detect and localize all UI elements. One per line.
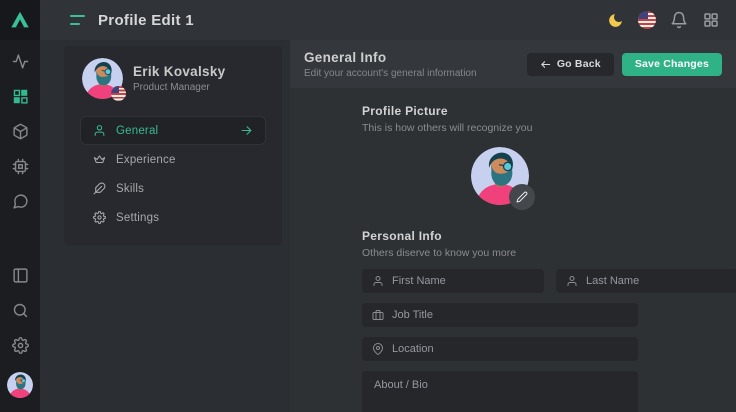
save-changes-label: Save Changes [635,58,709,70]
personal-info-title: Personal Info [362,229,638,243]
avatar-illustration [7,372,33,398]
location-field[interactable] [362,337,638,361]
user-icon [372,275,384,287]
about-bio-textarea[interactable] [362,371,638,412]
profile-picture-title: Profile Picture [362,104,638,118]
app-logo [0,0,40,40]
job-title-field[interactable] [362,303,638,327]
go-back-label: Go Back [557,58,601,70]
job-title-input[interactable] [392,309,628,321]
page-title: Profile Edit 1 [98,12,194,29]
rail-user-avatar[interactable] [7,372,33,398]
user-name: Erik Kovalsky [133,64,225,79]
nav-item-label: General [116,125,158,137]
profile-nav: General Experience Skills [64,116,282,232]
nav-item-label: Settings [116,212,159,224]
nav-item-label: Skills [116,183,144,195]
apps-grid-icon[interactable] [702,11,720,29]
cpu-icon[interactable] [12,158,29,175]
topbar: Profile Edit 1 [40,0,736,40]
nav-item-label: Experience [116,154,176,166]
us-flag-icon[interactable] [638,11,656,29]
nav-item-general[interactable]: General [80,116,266,145]
moon-icon[interactable] [606,11,624,29]
layout-icon[interactable] [12,267,29,284]
arrow-right-icon [240,124,253,137]
nav-item-settings[interactable]: Settings [80,203,266,232]
triangle-logo-icon [9,9,31,31]
gear-icon [93,211,106,224]
main-header: General Info Edit your account's general… [290,40,736,88]
profile-picture-avatar [471,147,529,205]
crown-icon [93,153,106,166]
dashboard-icon[interactable] [12,88,29,105]
first-name-field[interactable] [362,269,544,293]
user-avatar [82,58,123,99]
user-card: Erik Kovalsky Product Manager [64,46,282,109]
main-panel: General Info Edit your account's general… [290,40,736,412]
personal-info-subtitle: Others diserve to know you more [362,247,638,259]
general-info-content: Profile Picture This is how others will … [290,88,736,412]
first-name-input[interactable] [392,275,534,287]
feather-icon [93,182,106,195]
section-title: General Info [304,50,477,65]
edit-avatar-button[interactable] [509,184,535,210]
go-back-button[interactable]: Go Back [527,53,614,76]
nav-item-experience[interactable]: Experience [80,145,266,174]
arrow-left-icon [540,59,551,70]
nav-item-skills[interactable]: Skills [80,174,266,203]
profile-edit-app: Profile Edit 1 [0,0,736,412]
profile-side-panel: Erik Kovalsky Product Manager General Ex… [64,46,282,245]
save-changes-button[interactable]: Save Changes [622,53,722,76]
section-subtitle: Edit your account's general information [304,68,477,79]
pencil-icon [516,191,528,203]
chat-icon[interactable] [12,193,29,210]
location-input[interactable] [392,343,628,355]
last-name-input[interactable] [586,275,728,287]
box-icon[interactable] [12,123,29,140]
icon-rail [0,0,40,412]
user-icon [93,124,106,137]
map-pin-icon [372,343,384,355]
country-flag-badge [111,86,126,101]
bell-icon[interactable] [670,11,688,29]
search-icon[interactable] [12,302,29,319]
user-role: Product Manager [133,82,225,93]
gear-icon[interactable] [12,337,29,354]
menu-icon[interactable] [70,15,85,25]
last-name-field[interactable] [556,269,736,293]
briefcase-icon [372,309,384,321]
user-icon [566,275,578,287]
profile-picture-subtitle: This is how others will recognize you [362,122,638,134]
activity-icon[interactable] [12,53,29,70]
